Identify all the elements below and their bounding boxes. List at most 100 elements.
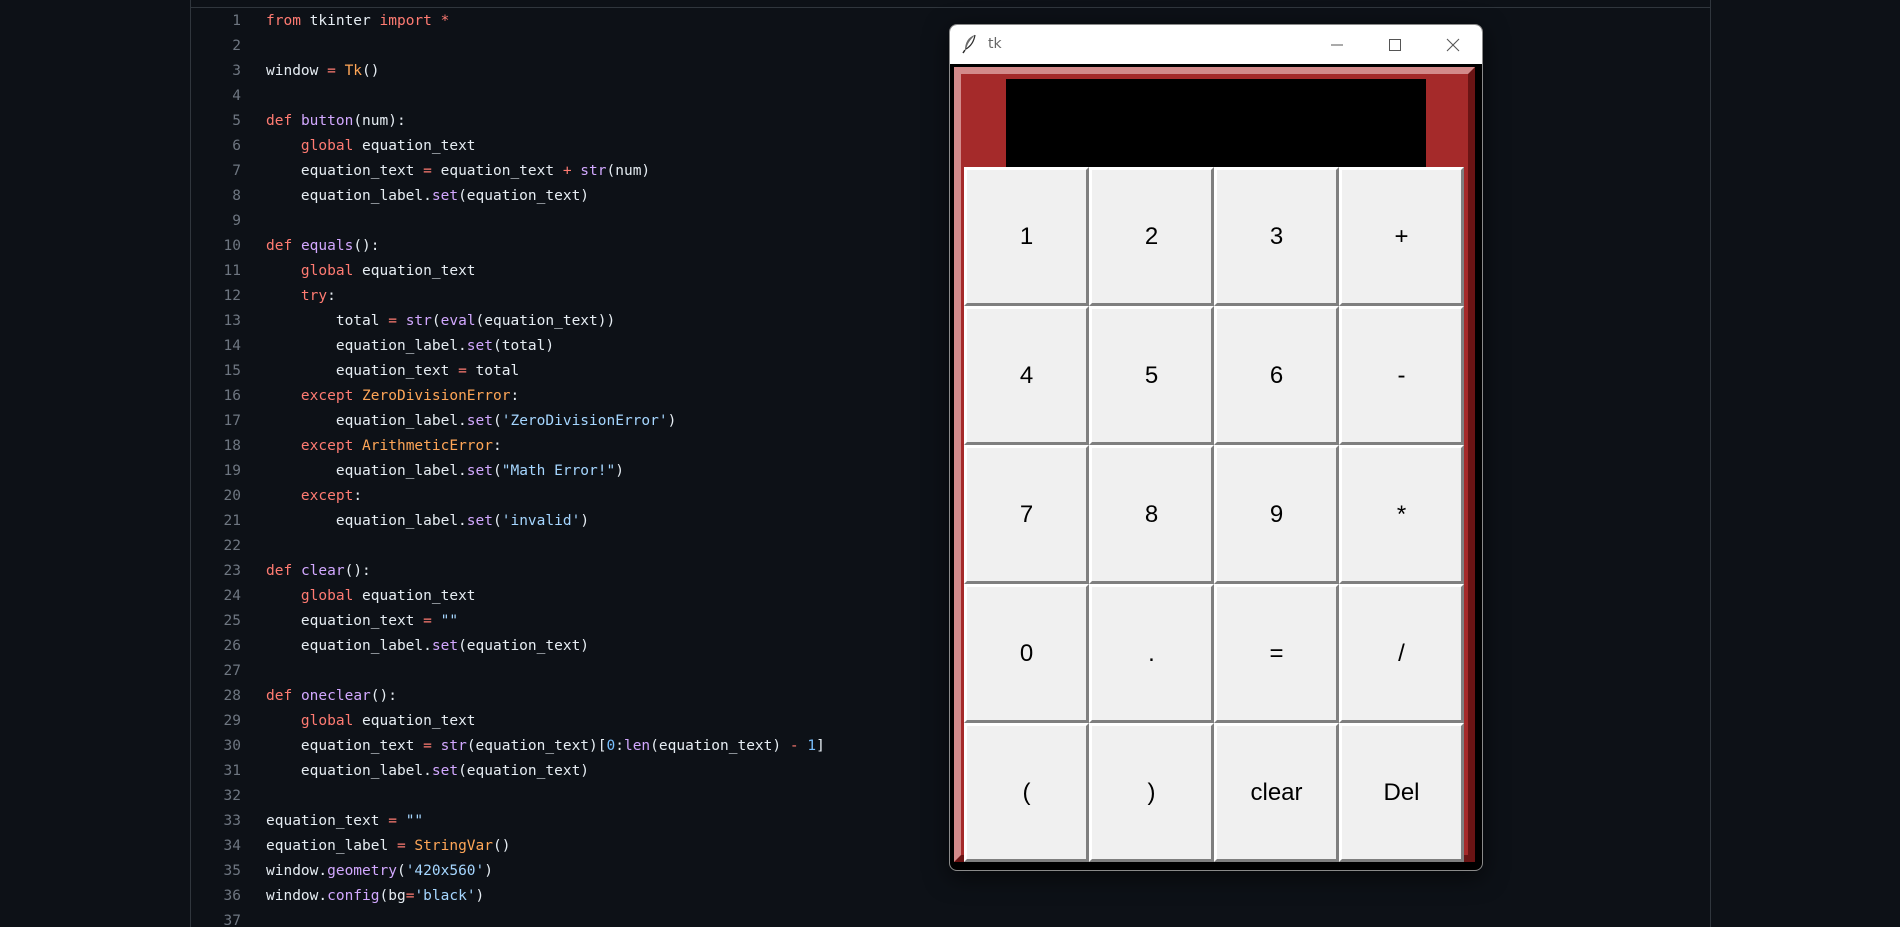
code-token: (equation_text) bbox=[650, 738, 790, 754]
key-7-button[interactable]: 7 bbox=[964, 445, 1089, 584]
key-1-button[interactable]: 1 bbox=[964, 167, 1089, 306]
line-number: 27 bbox=[223, 663, 241, 679]
code-text: window.geometry('420x560') bbox=[266, 859, 493, 884]
key-divide-button[interactable]: / bbox=[1339, 584, 1464, 723]
code-token: config bbox=[327, 888, 380, 904]
code-token: ] bbox=[816, 738, 825, 754]
code-token: try bbox=[300, 288, 328, 304]
code-text: except: bbox=[266, 484, 362, 509]
code-token: equation_text bbox=[266, 738, 424, 754]
code-token: from bbox=[266, 13, 301, 29]
line-number: 6 bbox=[232, 138, 241, 154]
code-token: * bbox=[440, 13, 450, 29]
line-number: 2 bbox=[232, 38, 241, 54]
code-text: global equation_text bbox=[266, 259, 476, 284]
window-title: tk bbox=[988, 36, 1002, 52]
line-number: 21 bbox=[223, 513, 241, 529]
code-token: (num) bbox=[606, 163, 651, 179]
code-token: len bbox=[623, 738, 651, 754]
code-text: equation_label.set(equation_text) bbox=[266, 634, 589, 659]
code-token: = bbox=[327, 63, 336, 79]
key-multiply-button[interactable]: * bbox=[1339, 445, 1464, 584]
code-token: def bbox=[266, 113, 293, 129]
code-token: : bbox=[493, 438, 502, 454]
key-open-paren-button[interactable]: ( bbox=[964, 723, 1089, 862]
code-text: window.config(bg='black') bbox=[266, 884, 484, 909]
code-token: eval bbox=[440, 313, 476, 329]
line-number: 7 bbox=[232, 163, 241, 179]
code-token: ( bbox=[493, 413, 502, 429]
code-token: global bbox=[300, 138, 354, 154]
code-text: equation_label.set(equation_text) bbox=[266, 759, 589, 784]
line-number: 24 bbox=[223, 588, 241, 604]
key-plus-button[interactable]: + bbox=[1339, 167, 1464, 306]
key-8-button[interactable]: 8 bbox=[1089, 445, 1214, 584]
line-number: 23 bbox=[223, 563, 241, 579]
code-token: () bbox=[493, 838, 511, 854]
code-token: (num): bbox=[353, 113, 406, 129]
minimize-button[interactable] bbox=[1308, 25, 1366, 64]
code-token: window. bbox=[266, 888, 328, 904]
code-token: except bbox=[300, 388, 354, 404]
line-number: 10 bbox=[223, 238, 241, 254]
code-text: from tkinter import * bbox=[266, 9, 449, 34]
key-decimal-button[interactable]: . bbox=[1089, 584, 1214, 723]
code-token: 'ZeroDivisionError' bbox=[501, 413, 668, 429]
key-equals-button[interactable]: = bbox=[1214, 584, 1339, 723]
key-3-button[interactable]: 3 bbox=[1214, 167, 1339, 306]
code-token: equation_text bbox=[266, 613, 424, 629]
key-clear-button[interactable]: clear bbox=[1214, 723, 1339, 862]
code-text: equation_label = StringVar() bbox=[266, 834, 510, 859]
code-token: Tk bbox=[344, 63, 363, 79]
code-token: 'invalid' bbox=[501, 513, 581, 529]
code-text: equation_label.set('invalid') bbox=[266, 509, 589, 534]
code-token: = bbox=[458, 363, 467, 379]
code-token: str bbox=[580, 163, 607, 179]
code-token: ZeroDivisionError bbox=[362, 388, 511, 404]
code-token: ) bbox=[667, 413, 677, 429]
key-del-button[interactable]: Del bbox=[1339, 723, 1464, 862]
key-close-paren-button[interactable]: ) bbox=[1089, 723, 1214, 862]
key-2-button[interactable]: 2 bbox=[1089, 167, 1214, 306]
code-token: equation_text bbox=[266, 813, 389, 829]
code-token: ( bbox=[396, 863, 406, 879]
code-text: global equation_text bbox=[266, 584, 476, 609]
key-9-button[interactable]: 9 bbox=[1214, 445, 1339, 584]
key-0-button[interactable]: 0 bbox=[964, 584, 1089, 723]
key-minus-button[interactable]: - bbox=[1339, 306, 1464, 445]
code-text: def button(num): bbox=[266, 109, 406, 134]
code-text: except ArithmeticError: bbox=[266, 434, 502, 459]
key-6-button[interactable]: 6 bbox=[1214, 306, 1339, 445]
close-button[interactable] bbox=[1424, 25, 1482, 64]
code-token: equation_label. bbox=[266, 513, 467, 529]
title-bar[interactable]: tk bbox=[950, 25, 1482, 64]
line-number: 4 bbox=[232, 88, 241, 104]
key-5-button[interactable]: 5 bbox=[1089, 306, 1214, 445]
key-4-button[interactable]: 4 bbox=[964, 306, 1089, 445]
code-text: equation_label.set(equation_text) bbox=[266, 184, 589, 209]
line-number: 30 bbox=[223, 738, 241, 754]
maximize-button[interactable] bbox=[1366, 25, 1424, 64]
code-token: = bbox=[423, 738, 432, 754]
tk-calculator-window[interactable]: tk 1 2 3 +4 5 6- 7 8 9 * 0. = / () clear Del bbox=[949, 24, 1483, 871]
line-number: 25 bbox=[223, 613, 241, 629]
feather-icon bbox=[962, 34, 978, 54]
code-token: (): bbox=[353, 238, 380, 254]
code-token: set bbox=[466, 463, 493, 479]
code-token: (equation_text)[ bbox=[466, 738, 607, 754]
code-token: = bbox=[388, 813, 397, 829]
code-token: ) bbox=[475, 888, 485, 904]
code-token: = bbox=[423, 613, 432, 629]
code-token: (total) bbox=[493, 338, 555, 354]
code-token: equation_label. bbox=[266, 463, 467, 479]
